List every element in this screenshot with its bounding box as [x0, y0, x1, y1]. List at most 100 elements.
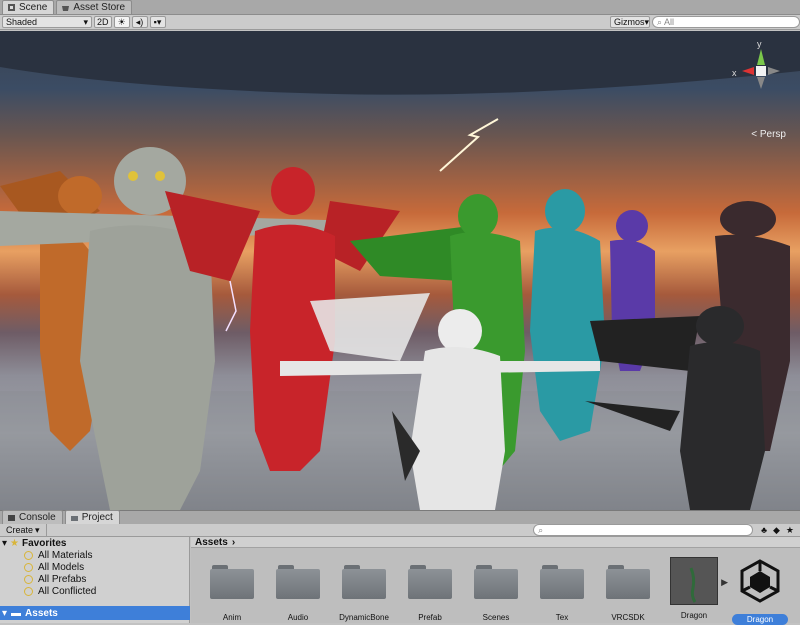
search-filter-icon [24, 586, 33, 596]
asset-folder-prefab[interactable]: Prefab [402, 565, 458, 622]
tab-console[interactable]: Console [2, 510, 63, 524]
search-icon: ⌕ [538, 524, 544, 535]
project-icon [70, 513, 79, 522]
asset-label-selected: Dragon [732, 614, 788, 625]
favorites-item-all-prefabs[interactable]: All Prefabs [0, 573, 189, 585]
tab-scene[interactable]: Scene [2, 0, 55, 14]
search-filter-icon [24, 562, 33, 572]
lightning-bolt [439, 118, 499, 172]
gizmo-y-axis [757, 49, 765, 65]
search-filter-icon [24, 574, 33, 584]
create-dropdown[interactable]: Create ▾ [0, 524, 47, 536]
chevron-down-icon: ▾ [83, 16, 88, 27]
tab-asset-store[interactable]: Asset Store [56, 0, 133, 14]
gizmo-neg-x-axis [768, 67, 780, 75]
favorites-item-label: All Prefabs [38, 573, 87, 585]
chevron-down-icon: ▾ [35, 524, 40, 535]
asset-label: Audio [287, 613, 309, 622]
create-label: Create [6, 525, 34, 535]
tab-console-label: Console [19, 512, 56, 523]
expand-arrow-icon[interactable]: ▶ [721, 577, 728, 588]
lightning-bolt [225, 280, 237, 332]
asset-label: VRCSDK [611, 613, 645, 622]
search-placeholder: All [664, 17, 675, 27]
favorites-item-all-models[interactable]: All Models [0, 561, 189, 573]
chevron-down-icon: ▾ [644, 16, 650, 27]
gizmo-x-axis [742, 67, 754, 75]
asset-folder-tex[interactable]: Tex [534, 565, 590, 622]
scene-search-input[interactable]: ⌕ All [652, 16, 800, 28]
folder-icon [408, 565, 452, 599]
asset-label: Dragon [680, 611, 708, 620]
tab-project[interactable]: Project [64, 510, 120, 524]
asset-folder-anim[interactable]: Anim [204, 565, 260, 622]
asset-label: Prefab [418, 613, 442, 622]
asset-folder-audio[interactable]: Audio [270, 565, 326, 622]
favorites-header[interactable]: ▾ ★ Favorites [0, 537, 189, 549]
lighting-toggle-button[interactable]: ☀ [113, 16, 130, 28]
asset-model-dragon[interactable]: ▶ Dragon [666, 557, 728, 620]
project-toolbar: Create ▾ ⌕ ♣ ◆ ★ [0, 524, 800, 537]
folder-icon [276, 565, 320, 599]
folder-icon [210, 565, 254, 599]
projection-icon: < [751, 129, 758, 140]
project-search-input[interactable]: ⌕ [533, 524, 754, 536]
shading-mode-label: Shaded [6, 17, 38, 27]
shading-mode-dropdown[interactable]: Shaded ▾ [2, 16, 92, 28]
bottom-tab-bar: Console Project [0, 510, 800, 524]
tab-project-label: Project [81, 512, 113, 523]
gizmos-dropdown[interactable]: Gizmos ▾ [610, 16, 650, 28]
breadcrumb-assets[interactable]: Assets [195, 537, 228, 548]
asset-label: Tex [555, 613, 569, 622]
gizmo-center-cube [756, 66, 766, 76]
tree-item-assets[interactable]: ▾ ▬ Assets [0, 606, 190, 620]
gizmo-x-label: x [732, 68, 737, 78]
speaker-icon: ◂) [135, 16, 144, 27]
filter-label-icon[interactable]: ◆ [773, 525, 780, 536]
assets-grid-panel: Assets › Anim Audio DynamicBone Prefab S… [191, 537, 800, 625]
tab-asset-store-label: Asset Store [73, 2, 126, 13]
asset-scene-dragon[interactable]: Dragon [732, 557, 788, 625]
dome-ceiling [0, 31, 800, 95]
asset-label: DynamicBone [339, 613, 389, 622]
breadcrumb: Assets › [191, 537, 800, 548]
scene-icon [7, 3, 16, 12]
star-icon: ★ [10, 537, 19, 549]
2d-toggle-button[interactable]: 2D [94, 16, 112, 28]
asset-label: Anim [222, 613, 242, 622]
folder-icon [540, 565, 584, 599]
folder-icon [474, 565, 518, 599]
image-icon: ▪▾ [153, 16, 162, 27]
favorites-item-all-materials[interactable]: All Materials [0, 549, 189, 561]
folder-icon [606, 565, 650, 599]
search-filter-icon [24, 550, 33, 560]
chevron-right-icon: › [231, 536, 236, 548]
asset-label: Scenes [482, 613, 510, 622]
scene-toolbar: Shaded ▾ 2D ☀ ◂) ▪▾ Gizmos ▾ ⌕ All [0, 15, 800, 30]
search-icon: ⌕ [657, 16, 663, 27]
folder-icon: ▬ [11, 607, 22, 619]
chevron-down-icon: ▾ [2, 607, 8, 619]
favorites-item-label: All Conflicted [38, 585, 97, 597]
asset-folder-vrcsdk[interactable]: VRCSDK [600, 565, 656, 622]
filter-type-icon[interactable]: ♣ [761, 525, 767, 535]
favorites-item-all-conflicted[interactable]: All Conflicted [0, 585, 189, 597]
asset-folder-dynamicbone[interactable]: DynamicBone [336, 565, 392, 622]
audio-toggle-button[interactable]: ◂) [131, 16, 148, 28]
gizmo-neg-y-axis [757, 77, 765, 89]
star-icon[interactable]: ★ [786, 525, 794, 536]
effects-toggle-button[interactable]: ▪▾ [149, 16, 166, 28]
gizmo-y-label: y [757, 39, 762, 49]
favorites-title: Favorites [22, 537, 67, 549]
asset-folder-scenes[interactable]: Scenes [468, 565, 524, 622]
orientation-gizmo[interactable]: y x [730, 37, 792, 115]
unity-scene-icon [740, 559, 780, 603]
projection-label: Persp [759, 129, 786, 140]
scene-render [0, 31, 800, 510]
scene-viewport[interactable]: y x < Persp [0, 31, 800, 510]
tree-item-assets-label: Assets [25, 607, 58, 619]
folder-icon [342, 565, 386, 599]
projection-toggle[interactable]: < Persp [751, 129, 786, 140]
tab-scene-label: Scene [19, 2, 48, 13]
store-icon [61, 3, 70, 12]
